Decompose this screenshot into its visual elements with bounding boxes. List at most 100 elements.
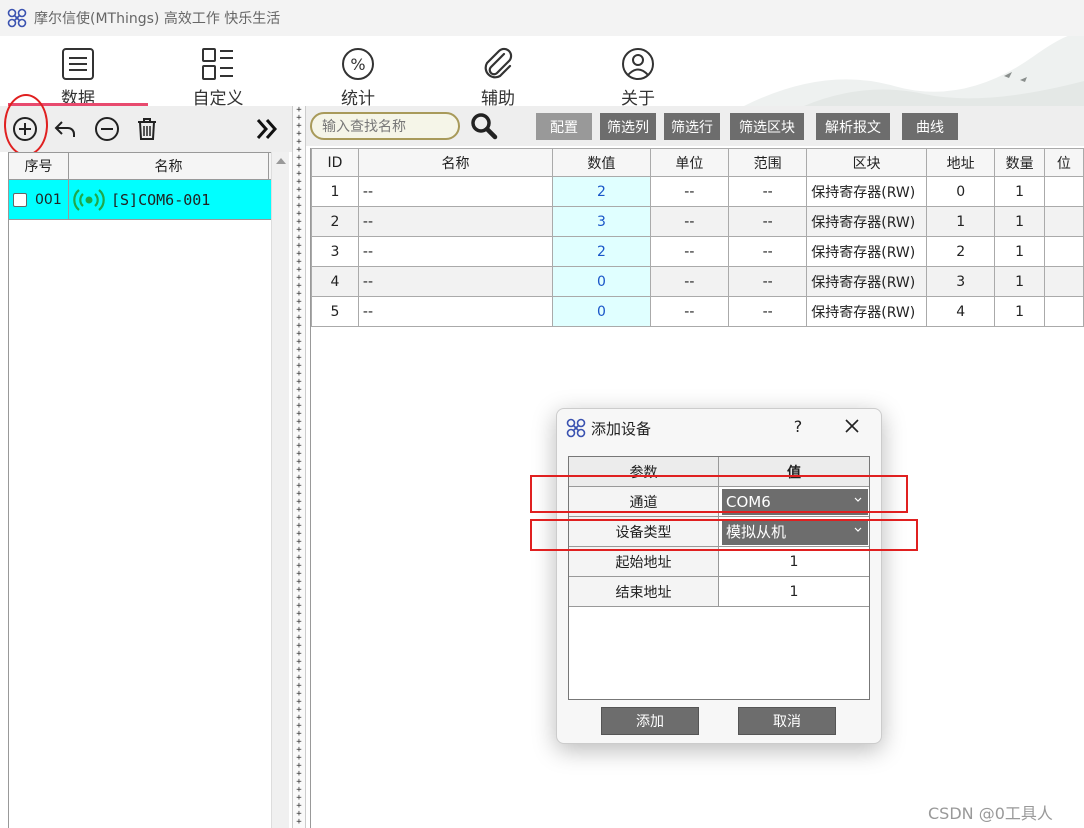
splitter-grip: + + + + + + + + + + + + + + + + + + + + + + + + + + + + + + + + + + + + + + + +… bbox=[296, 106, 302, 827]
nav-custom[interactable]: 自定义 bbox=[168, 46, 268, 106]
nav-about[interactable]: 关于 bbox=[588, 46, 688, 106]
table-row[interactable]: 1 -- 2 -- -- 保持寄存器(RW) 0 1 bbox=[311, 176, 1084, 207]
cell-value[interactable]: 3 bbox=[552, 206, 651, 237]
col-address[interactable]: 地址 bbox=[925, 148, 996, 177]
dialog-title-bar: 添加设备 bbox=[565, 417, 651, 439]
layout-grid-icon bbox=[202, 48, 233, 80]
col-name-header: 名称 bbox=[69, 153, 269, 179]
table-row[interactable]: 5 -- 0 -- -- 保持寄存器(RW) 4 1 bbox=[311, 296, 1084, 327]
cell-range: -- bbox=[727, 206, 808, 237]
cell-count: 1 bbox=[994, 266, 1045, 297]
cell-value[interactable]: 0 bbox=[552, 266, 651, 297]
col-block[interactable]: 区块 bbox=[806, 148, 927, 177]
nav-data[interactable]: 数据 bbox=[28, 46, 128, 106]
cell-block: 保持寄存器(RW) bbox=[806, 266, 927, 297]
table-row[interactable]: 4 -- 0 -- -- 保持寄存器(RW) 3 1 bbox=[311, 266, 1084, 297]
cell-block: 保持寄存器(RW) bbox=[806, 296, 927, 327]
cell-id: 5 bbox=[311, 296, 359, 327]
curve-button[interactable]: 曲线 bbox=[902, 113, 958, 140]
param-value-cell: 模拟从机 bbox=[719, 517, 869, 546]
cell-unit: -- bbox=[649, 296, 729, 327]
cell-range: -- bbox=[727, 176, 808, 207]
start-address-input[interactable]: 1 bbox=[719, 547, 869, 576]
table-row[interactable]: 3 -- 2 -- -- 保持寄存器(RW) 2 1 bbox=[311, 236, 1084, 267]
device-name-cell: [S]COM6-001 bbox=[69, 180, 269, 219]
param-row-channel: 通道 COM6 bbox=[569, 487, 869, 517]
col-unit[interactable]: 单位 bbox=[649, 148, 729, 177]
col-value[interactable]: 数值 bbox=[552, 148, 651, 177]
chevron-down-icon bbox=[854, 497, 862, 502]
param-label: 起始地址 bbox=[569, 547, 719, 576]
param-header-row: 参数 值 bbox=[569, 457, 869, 487]
cell-value[interactable]: 2 bbox=[552, 236, 651, 267]
cell-name: -- bbox=[357, 296, 554, 327]
double-chevron-right-icon bbox=[256, 119, 278, 139]
expand-panel-button[interactable] bbox=[252, 114, 282, 144]
device-list: 序号 名称 001 [S]COM6-001 bbox=[8, 152, 289, 828]
cell-address: 1 bbox=[925, 206, 996, 237]
cell-count: 1 bbox=[994, 236, 1045, 267]
cell-unit: -- bbox=[649, 266, 729, 297]
cell-bit bbox=[1043, 266, 1084, 297]
undo-icon bbox=[54, 121, 75, 137]
cell-address: 3 bbox=[925, 266, 996, 297]
app-logo-icon bbox=[7, 8, 27, 28]
table-row[interactable]: 2 -- 3 -- -- 保持寄存器(RW) 1 1 bbox=[311, 206, 1084, 237]
cell-name: -- bbox=[357, 266, 554, 297]
config-button[interactable]: 配置 bbox=[536, 113, 592, 140]
paperclip-icon bbox=[484, 47, 513, 79]
device-checkbox[interactable] bbox=[13, 192, 27, 207]
parse-message-button[interactable]: 解析报文 bbox=[816, 113, 890, 140]
nav-stats[interactable]: % 统计 bbox=[308, 46, 408, 106]
device-row[interactable]: 001 [S]COM6-001 bbox=[9, 180, 288, 220]
search-input[interactable]: 输入查找名称 bbox=[310, 112, 460, 140]
device-list-header: 序号 名称 bbox=[9, 152, 288, 180]
end-address-input[interactable]: 1 bbox=[719, 577, 869, 606]
title-bar: 摩尔信使(MThings) 高效工作 快乐生活 bbox=[0, 0, 1084, 36]
watermark: CSDN @0工具人 bbox=[928, 804, 1053, 823]
device-list-scrollbar[interactable] bbox=[271, 152, 289, 828]
delete-button[interactable] bbox=[132, 114, 162, 144]
col-name[interactable]: 名称 bbox=[357, 148, 554, 177]
add-circle-icon bbox=[13, 117, 37, 141]
cell-address: 0 bbox=[925, 176, 996, 207]
channel-select[interactable]: COM6 bbox=[722, 488, 868, 515]
cell-name: -- bbox=[357, 176, 554, 207]
col-range[interactable]: 范围 bbox=[727, 148, 808, 177]
cell-value[interactable]: 0 bbox=[552, 296, 651, 327]
col-bit[interactable]: 位 bbox=[1043, 148, 1084, 177]
remove-circle-icon bbox=[95, 117, 119, 141]
help-button[interactable]: ? bbox=[787, 417, 809, 439]
cell-address: 2 bbox=[925, 236, 996, 267]
cell-count: 1 bbox=[994, 206, 1045, 237]
nav-assist[interactable]: 辅助 bbox=[448, 46, 548, 106]
filter-columns-button[interactable]: 筛选列 bbox=[600, 113, 656, 140]
param-grid: 参数 值 通道 COM6 设备类型 模拟从机 起始地址 1 结束地址 1 bbox=[568, 456, 870, 700]
cancel-button[interactable]: 取消 bbox=[738, 707, 836, 735]
col-id[interactable]: ID bbox=[311, 148, 359, 177]
chevron-down-icon bbox=[854, 527, 862, 532]
cell-value[interactable]: 2 bbox=[552, 176, 651, 207]
close-icon[interactable] bbox=[841, 415, 863, 437]
col-index-header: 序号 bbox=[9, 153, 69, 179]
device-type-select[interactable]: 模拟从机 bbox=[722, 518, 868, 545]
cell-id: 4 bbox=[311, 266, 359, 297]
undo-button[interactable] bbox=[50, 114, 80, 144]
add-device-button[interactable] bbox=[10, 114, 40, 144]
add-button[interactable]: 添加 bbox=[601, 707, 699, 735]
nav-stats-label: 统计 bbox=[341, 89, 375, 106]
search-icon[interactable] bbox=[470, 112, 498, 140]
param-row-device-type: 设备类型 模拟从机 bbox=[569, 517, 869, 547]
filter-blocks-button[interactable]: 筛选区块 bbox=[730, 113, 804, 140]
window-title: 摩尔信使(MThings) 高效工作 快乐生活 bbox=[34, 11, 281, 27]
cell-block: 保持寄存器(RW) bbox=[806, 206, 927, 237]
cell-range: -- bbox=[727, 236, 808, 267]
remove-device-button[interactable] bbox=[92, 114, 122, 144]
panel-splitter[interactable]: + + + + + + + + + + + + + + + + + + + + + + + + + + + + + + + + + + + + + + + +… bbox=[292, 106, 306, 828]
cell-address: 4 bbox=[925, 296, 996, 327]
filter-rows-button[interactable]: 筛选行 bbox=[664, 113, 720, 140]
cell-unit: -- bbox=[649, 176, 729, 207]
col-count[interactable]: 数量 bbox=[994, 148, 1045, 177]
device-index: 001 bbox=[35, 191, 62, 208]
cell-unit: -- bbox=[649, 236, 729, 267]
